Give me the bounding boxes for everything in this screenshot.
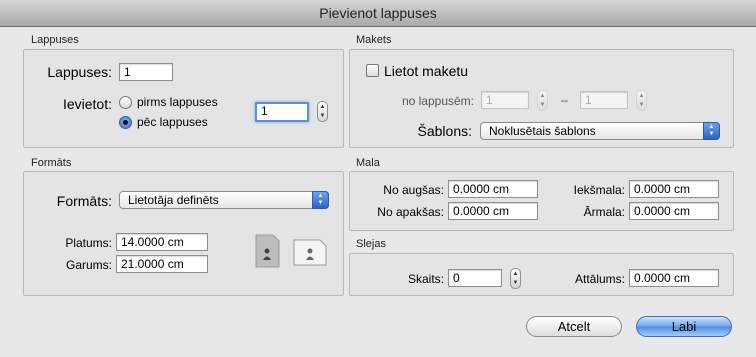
landscape-page-icon[interactable]: [293, 239, 327, 266]
insert-before-label[interactable]: pirms lappuses: [137, 95, 218, 109]
format-value: Lietotāja definēts: [128, 193, 219, 207]
popup-arrows-icon: ▲ ▼: [312, 191, 329, 209]
to-page-stepper[interactable]: ▲ ▼: [636, 90, 647, 111]
template-label: Šablons:: [417, 123, 472, 139]
from-pages-label: no lappusēm:: [401, 94, 474, 108]
columns-count-stepper[interactable]: ▲ ▼: [510, 268, 521, 289]
window-title-bar: Pievienot lappuses: [0, 0, 756, 27]
stepper-up-icon: ▲: [638, 93, 645, 99]
bottom-margin-label: No apakšas:: [377, 205, 444, 219]
columns-gap-label: Attālums:: [574, 272, 625, 286]
template-value: Noklusētais šablons: [489, 124, 596, 138]
pages-section-label: Lappuses: [31, 34, 79, 46]
pages-count-label: Lappuses:: [47, 64, 112, 80]
stepper-down-icon: ▼: [638, 102, 645, 108]
top-margin-field[interactable]: 0.0000 cm: [448, 180, 538, 198]
ok-button[interactable]: Labi: [636, 316, 732, 337]
insert-label: Ievietot:: [62, 96, 112, 112]
cancel-button[interactable]: Atcelt: [526, 316, 622, 337]
margins-section-label: Mala: [356, 157, 380, 169]
format-label: Formāts:: [56, 193, 112, 209]
window-title: Pievienot lappuses: [319, 5, 437, 21]
inside-margin-label: Iekšmala:: [573, 183, 625, 197]
use-master-label[interactable]: Lietot maketu: [384, 63, 468, 79]
from-page-stepper[interactable]: ▲ ▼: [537, 90, 548, 111]
pages-count-field[interactable]: 1: [119, 63, 173, 81]
format-section-label: Formāts: [31, 157, 72, 169]
master-section-label: Makets: [356, 34, 392, 46]
columns-count-label: Skaits:: [407, 272, 444, 286]
format-popup[interactable]: Lietotāja definēts ▲ ▼: [119, 191, 329, 209]
insert-before-radio[interactable]: [119, 96, 132, 109]
stepper-down-icon: ▼: [512, 280, 519, 286]
columns-section-label: Slejas: [356, 238, 386, 250]
insert-page-number-field[interactable]: 1: [255, 102, 309, 122]
range-dash: –: [561, 93, 568, 107]
columns-count-field[interactable]: 0: [448, 269, 502, 287]
width-field[interactable]: 14.0000 cm: [116, 233, 208, 251]
height-field[interactable]: 21.0000 cm: [116, 255, 208, 273]
stepper-up-icon: ▲: [539, 93, 546, 99]
stepper-up-icon: ▲: [319, 104, 326, 110]
stepper-down-icon: ▼: [539, 102, 546, 108]
top-margin-label: No augšas:: [383, 183, 444, 197]
insert-after-label[interactable]: pēc lappuses: [137, 115, 208, 129]
insert-after-radio[interactable]: [119, 116, 132, 129]
columns-gap-field[interactable]: 0.0000 cm: [629, 269, 719, 287]
bottom-margin-field[interactable]: 0.0000 cm: [448, 202, 538, 220]
from-page-field[interactable]: 1: [481, 91, 529, 109]
height-label: Garums:: [65, 258, 112, 272]
use-master-checkbox[interactable]: [366, 64, 379, 77]
popup-arrows-icon: ▲ ▼: [703, 122, 720, 140]
width-label: Platums:: [65, 236, 112, 250]
to-page-field[interactable]: 1: [580, 91, 628, 109]
stepper-up-icon: ▲: [512, 271, 519, 277]
portrait-page-icon[interactable]: [254, 234, 281, 268]
outside-margin-label: Ārmala:: [583, 205, 625, 219]
stepper-down-icon: ▼: [319, 113, 326, 119]
inside-margin-field[interactable]: 0.0000 cm: [629, 180, 719, 198]
outside-margin-field[interactable]: 0.0000 cm: [629, 202, 719, 220]
template-popup[interactable]: Noklusētais šablons ▲ ▼: [480, 122, 720, 140]
insert-page-stepper[interactable]: ▲ ▼: [317, 101, 328, 122]
